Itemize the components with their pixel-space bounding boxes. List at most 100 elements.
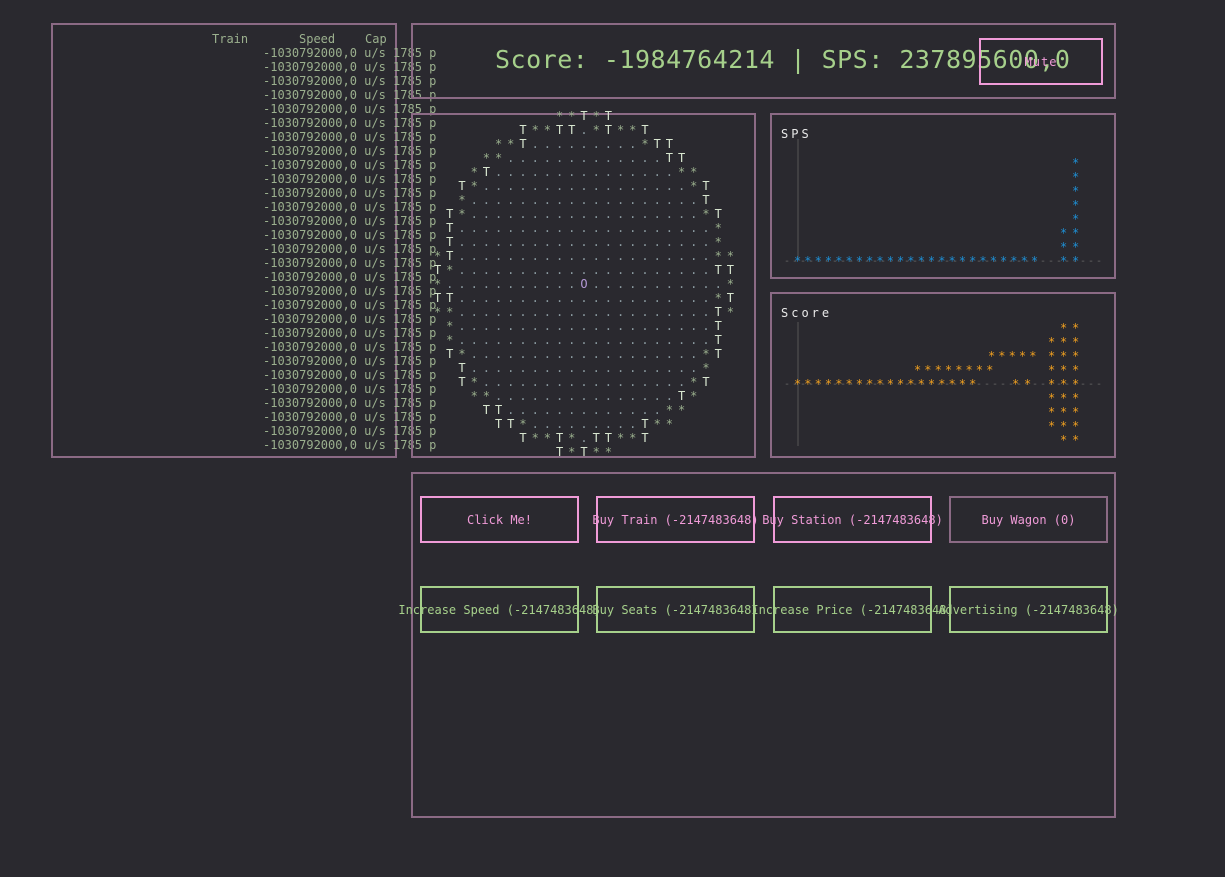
sps-graph-baseline-dot: - xyxy=(1048,256,1054,267)
score-graph-baseline-dot: - xyxy=(976,379,982,390)
track-dot: . xyxy=(568,193,575,207)
track-train-glyph: T xyxy=(458,375,465,389)
track-train-glyph: T xyxy=(678,389,685,403)
track-dot: . xyxy=(556,193,563,207)
track-train-glyph: T xyxy=(666,137,673,151)
track-train-glyph: T xyxy=(580,109,587,123)
increase-speed-button[interactable]: Increase Speed (-2147483648) xyxy=(398,586,601,633)
track-dot: . xyxy=(471,319,478,333)
track-dot: . xyxy=(568,347,575,361)
track-dot: . xyxy=(483,235,490,249)
track-dot: . xyxy=(458,305,465,319)
track-dot: . xyxy=(495,319,502,333)
track-dot: . xyxy=(483,333,490,347)
track-dot: . xyxy=(678,375,685,389)
track-dot: . xyxy=(629,151,636,165)
track-dot: . xyxy=(666,389,673,403)
track-train-glyph: T xyxy=(446,249,453,263)
track-dot: . xyxy=(641,277,648,291)
track-dot: . xyxy=(678,249,685,263)
track-train-glyph: T xyxy=(556,123,563,137)
track-dot: . xyxy=(556,361,563,375)
mute-button[interactable]: Mute xyxy=(979,38,1103,85)
track-dot: . xyxy=(580,137,587,151)
track-edge-glyph: * xyxy=(605,445,612,459)
track-dot: . xyxy=(580,249,587,263)
buy-seats-button[interactable]: Buy Seats (-2147483648) xyxy=(592,586,759,633)
sps-graph-point: * xyxy=(835,254,842,268)
track-dot: . xyxy=(568,333,575,347)
track-dot: . xyxy=(629,403,636,417)
buy-station-button[interactable]: Buy Station (-2147483648) xyxy=(762,496,943,543)
track-train-glyph: T xyxy=(605,109,612,123)
advertising-button[interactable]: Advertising (-2147483648) xyxy=(938,586,1119,633)
score-graph-baseline-dot: - xyxy=(1080,379,1086,390)
track-map: * * T * TT * * T T. * T * * T* * T......... * T T* *.......… xyxy=(434,109,734,459)
track-dot: . xyxy=(605,319,612,333)
track-dot: . xyxy=(593,403,600,417)
track-dot: . xyxy=(483,319,490,333)
score-graph: ----------------------------------------… xyxy=(784,321,1102,447)
track-dot: . xyxy=(458,277,465,291)
track-dot: . xyxy=(617,207,624,221)
track-dot: . xyxy=(580,403,587,417)
track-dot: . xyxy=(605,249,612,263)
score-graph-baseline-dot: - xyxy=(1000,379,1006,390)
track-dot: . xyxy=(471,249,478,263)
track-dot: . xyxy=(495,249,502,263)
track-dot: . xyxy=(666,179,673,193)
track-dot: . xyxy=(593,375,600,389)
track-dot: . xyxy=(580,179,587,193)
track-dot: . xyxy=(629,291,636,305)
score-graph-point: * xyxy=(1060,335,1067,349)
track-edge-glyph: * xyxy=(678,403,685,417)
track-dot: . xyxy=(666,235,673,249)
track-dot: . xyxy=(519,277,526,291)
track-dot: . xyxy=(532,347,539,361)
track-edge-glyph: * xyxy=(690,389,697,403)
track-dot: . xyxy=(483,305,490,319)
track-edge-glyph: * xyxy=(715,249,722,263)
track-edge-glyph: * xyxy=(727,249,734,263)
track-dot: . xyxy=(556,221,563,235)
track-dot: . xyxy=(495,277,502,291)
track-dot: . xyxy=(629,193,636,207)
track-dot: . xyxy=(483,207,490,221)
score-graph-point: * xyxy=(1048,363,1055,377)
track-dot: . xyxy=(629,249,636,263)
score-graph-point: * xyxy=(856,377,863,391)
speed-column-header: Speed xyxy=(299,32,336,46)
track-dot: . xyxy=(580,263,587,277)
click-me-button[interactable]: Click Me! xyxy=(420,496,579,543)
increase-price-button[interactable]: Increase Price (-2147483648) xyxy=(751,586,954,633)
track-dot: . xyxy=(580,165,587,179)
sps-graph-point: * xyxy=(938,254,945,268)
score-graph-point: * xyxy=(897,377,904,391)
track-dot: . xyxy=(593,221,600,235)
track-dot: . xyxy=(471,361,478,375)
sps-graph-point: * xyxy=(907,254,914,268)
track-dot: . xyxy=(690,221,697,235)
score-graph-baseline-dot: - xyxy=(1096,379,1102,390)
track-dot: . xyxy=(556,263,563,277)
buy-train-button[interactable]: Buy Train (-2147483648) xyxy=(592,496,759,543)
track-edge-glyph: * xyxy=(593,109,600,123)
track-dot: . xyxy=(617,151,624,165)
track-dot: . xyxy=(654,151,661,165)
sps-graph-point: * xyxy=(1010,254,1017,268)
track-dot: . xyxy=(471,263,478,277)
track-dot: . xyxy=(605,389,612,403)
track-dot: . xyxy=(495,207,502,221)
track-dot: . xyxy=(458,221,465,235)
track-edge-glyph: * xyxy=(666,403,673,417)
buy-wagon-button[interactable]: Buy Wagon (0) xyxy=(949,496,1108,543)
sps-graph-baseline-dot: - xyxy=(1040,256,1046,267)
sps-graph-baseline-dot: - xyxy=(1088,256,1094,267)
track-edge-glyph: * xyxy=(446,319,453,333)
track-train-glyph: T xyxy=(446,207,453,221)
score-graph-point: * xyxy=(1048,391,1055,405)
track-dot: . xyxy=(556,375,563,389)
track-dot: . xyxy=(568,137,575,151)
track-dot: . xyxy=(483,347,490,361)
score-graph-point: * xyxy=(1072,433,1079,447)
